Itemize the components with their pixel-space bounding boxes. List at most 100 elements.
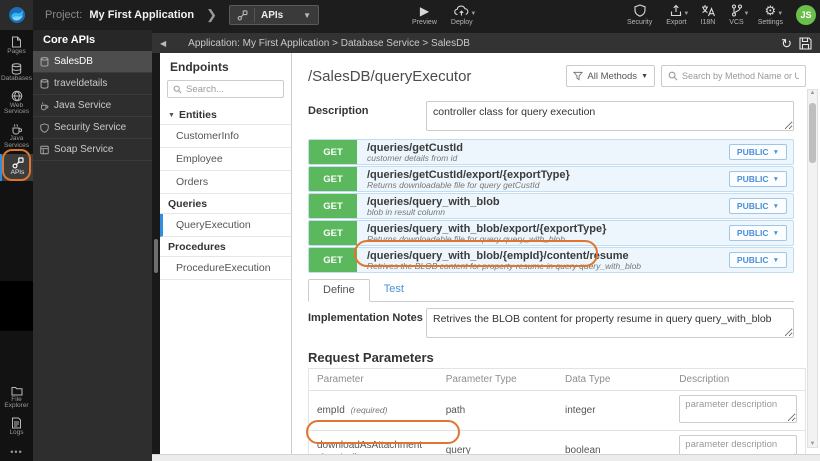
core-apis-item-soap-service[interactable]: Soap Service (33, 139, 152, 161)
param-required-flag: (required) (350, 405, 388, 415)
access-level-dropdown[interactable]: PUBLIC ▼ (728, 198, 787, 214)
endpoint-item-orders[interactable]: Orders (160, 171, 291, 194)
branch-icon: ▼ (731, 4, 750, 17)
search-icon (173, 85, 182, 94)
methods-filter-dropdown[interactable]: All Methods ▼ (566, 65, 655, 87)
section-label: Procedures (168, 241, 226, 253)
divider (253, 8, 255, 22)
chevron-down-icon: ▼ (777, 11, 784, 17)
i18n-button[interactable]: I18N (701, 4, 715, 26)
access-level-value: PUBLIC (736, 228, 769, 238)
export-button[interactable]: ▼ Export (666, 4, 689, 26)
core-apis-item-label: SalesDB (54, 56, 93, 67)
caret-down-icon: ▼ (772, 148, 779, 156)
api-endpoint-row[interactable]: GET /queries/query_with_blob blob in res… (308, 193, 794, 219)
access-level-dropdown[interactable]: PUBLIC ▼ (728, 252, 787, 268)
refresh-icon[interactable]: ↻ (781, 37, 792, 50)
vcs-label: VCS (729, 19, 744, 26)
search-icon (668, 71, 678, 81)
deploy-button[interactable]: ▼ Deploy (451, 4, 476, 26)
core-apis-item-label: Soap Service (54, 144, 114, 155)
sidebar-item-logs[interactable]: Logs (0, 414, 33, 441)
api-node-icon (237, 9, 248, 21)
param-description-input[interactable] (679, 395, 797, 423)
http-method-badge: GET (309, 221, 357, 245)
core-apis-item-label: traveldetails (54, 78, 108, 89)
more-options-icon[interactable]: ••• (10, 441, 22, 457)
core-apis-item-salesdb[interactable]: SalesDB (33, 51, 152, 73)
method-search[interactable] (661, 65, 806, 87)
api-endpoint-row-selected[interactable]: GET /queries/query_with_blob/{empId}/con… (308, 247, 794, 273)
workspace-scrollbar[interactable]: ▲ ▼ (807, 89, 818, 448)
endpoints-section-queries[interactable]: Queries (160, 194, 291, 214)
security-button[interactable]: Security (627, 4, 652, 26)
mode-selector-dropdown[interactable]: APIs ▼ (228, 5, 319, 25)
top-bar: Project: My First Application ❯ APIs ▼ ▶… (0, 0, 820, 30)
footer-strip (152, 454, 820, 461)
core-apis-item-traveldetails[interactable]: traveldetails (33, 73, 152, 95)
endpoint-summary: Returns downloadable file for query quer… (367, 234, 565, 245)
app-logo[interactable] (0, 0, 33, 30)
sidebar-item-java-services[interactable]: Java Services (0, 120, 33, 154)
sidebar-item-apis[interactable]: APIs (0, 153, 33, 181)
endpoint-item-procedureexecution[interactable]: ProcedureExecution (160, 257, 291, 280)
sidebar-item-label: APIs (10, 168, 25, 176)
sidebar-item-label: Logs (9, 429, 24, 437)
endpoint-summary: Retrives the BLOB content for property r… (367, 261, 642, 272)
scrollbar-thumb[interactable] (154, 239, 158, 273)
param-type: query (437, 430, 557, 454)
scroll-down-icon[interactable]: ▼ (810, 441, 816, 447)
endpoint-item-customerinfo[interactable]: CustomerInfo (160, 125, 291, 148)
api-endpoint-row[interactable]: GET /queries/query_with_blob/export/{exp… (308, 220, 794, 246)
endpoint-item-queryexecution[interactable]: QueryExecution (160, 214, 291, 237)
core-apis-item-security-service[interactable]: Security Service (33, 117, 152, 139)
breadcrumb-bar: ◀ Application: My First Application > Da… (152, 33, 820, 53)
translate-icon (701, 4, 715, 17)
scroll-up-icon[interactable]: ▲ (810, 90, 816, 96)
method-search-input[interactable] (682, 71, 799, 81)
api-endpoint-row[interactable]: GET /queries/getCustId customer details … (308, 139, 794, 165)
access-level-value: PUBLIC (736, 255, 769, 265)
caret-down-icon: ▼ (772, 175, 779, 183)
vcs-button[interactable]: ▼ VCS (729, 4, 750, 26)
settings-button[interactable]: ⚙ ▼ Settings (758, 4, 783, 26)
description-input[interactable]: controller class for query execution (426, 101, 794, 131)
user-avatar[interactable]: JS (796, 5, 816, 25)
access-level-dropdown[interactable]: PUBLIC ▼ (728, 144, 787, 160)
api-node-icon (12, 157, 24, 169)
caret-down-icon: ▼ (772, 256, 779, 264)
access-level-dropdown[interactable]: PUBLIC ▼ (728, 225, 787, 241)
detail-tabs: Define Test (308, 279, 794, 302)
sidebar-item-web-services[interactable]: Web Services (0, 87, 33, 121)
request-parameters-heading: Request Parameters (308, 350, 434, 365)
sidebar-item-label: Java Services (4, 135, 29, 150)
project-breadcrumb: Project: My First Application (45, 9, 194, 21)
preview-button[interactable]: ▶ Preview (412, 4, 437, 27)
endpoints-section-entities[interactable]: ▼ Entities (160, 105, 291, 125)
param-type: path (437, 390, 557, 431)
implementation-notes-input[interactable]: Retrives the BLOB content for property r… (426, 308, 794, 338)
description-label: Description (308, 105, 369, 117)
coffee-cup-icon (11, 123, 23, 135)
core-apis-item-java-service[interactable]: Java Service (33, 95, 152, 117)
access-level-dropdown[interactable]: PUBLIC ▼ (728, 171, 787, 187)
scrollbar-thumb[interactable] (809, 103, 816, 163)
tab-define[interactable]: Define (308, 279, 370, 302)
sidebar-item-pages[interactable]: Pages (0, 33, 33, 60)
param-description-input[interactable] (679, 435, 797, 454)
endpoints-section-procedures[interactable]: Procedures (160, 237, 291, 257)
collapse-panel-icon[interactable]: ◀ (160, 39, 166, 48)
api-endpoint-row[interactable]: GET /queries/getCustId/export/{exportTyp… (308, 166, 794, 192)
endpoints-search-input[interactable] (186, 83, 278, 95)
tab-test[interactable]: Test (370, 279, 418, 301)
panel-scrollbar[interactable] (152, 53, 160, 454)
sidebar-item-databases[interactable]: Databases (0, 60, 33, 87)
caret-down-icon: ▼ (168, 111, 175, 119)
endpoint-item-employee[interactable]: Employee (160, 148, 291, 171)
save-icon[interactable] (799, 36, 812, 50)
sidebar-item-label: Databases (0, 74, 33, 82)
sidebar-item-file-explorer[interactable]: File Explorer (0, 382, 33, 415)
implementation-notes-label: Implementation Notes (308, 312, 423, 324)
endpoints-search[interactable] (167, 80, 284, 98)
caret-down-icon: ▼ (772, 229, 779, 237)
